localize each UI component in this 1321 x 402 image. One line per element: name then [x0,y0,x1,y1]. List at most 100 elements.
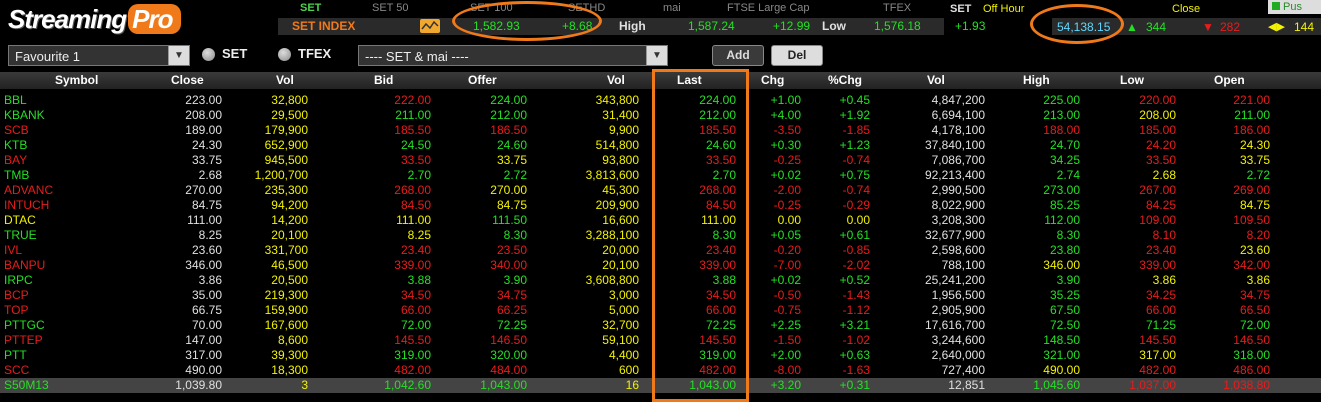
market-tab-tfex[interactable]: TFEX [883,2,911,14]
col-header-vol2[interactable]: Vol [607,72,625,89]
push-button[interactable]: Pus [1268,0,1321,14]
col-header-pchg[interactable]: %Chg [828,72,862,89]
cell-symbol[interactable]: PTT [4,348,104,363]
cell-vol2: 514,800 [595,138,639,152]
cell-symbol[interactable]: PTTEP [4,333,104,348]
col-header-symbol[interactable]: Symbol [55,72,98,89]
cell-symbol[interactable]: IVL [4,243,104,258]
col-header-low[interactable]: Low [1120,72,1144,89]
col-header-offer[interactable]: Offer [468,72,497,89]
cell-high: 346.00 [1043,258,1080,272]
col-header-close[interactable]: Close [171,72,204,89]
cell-low: 66.00 [1145,303,1176,317]
market-tab-set[interactable]: SET [300,2,321,14]
cell-close: 270.00 [185,183,222,197]
col-header-open[interactable]: Open [1214,72,1245,89]
cell-symbol[interactable]: BBL [4,93,104,108]
cell-symbol[interactable]: IRPC [4,273,104,288]
cell-symbol[interactable]: DTAC [4,213,104,228]
cell-offer: 270.00 [490,183,527,197]
cell-high: 67.50 [1049,303,1080,317]
cell-vol2: 20,000 [602,243,639,257]
cell-high: 148.50 [1043,333,1080,347]
market-tab-mai[interactable]: mai [663,2,681,14]
cell-bid: 211.00 [395,108,431,122]
cell-close: 33.75 [191,153,222,167]
down-arrow-icon: ▼ [1202,20,1214,34]
cell-vol: 167,600 [264,318,308,332]
cell-symbol[interactable]: SCB [4,123,104,138]
radio-set[interactable] [202,48,215,61]
market-tab-ftse[interactable]: FTSE Large Cap [727,2,810,14]
cell-symbol[interactable]: ADVANC [4,183,104,198]
cell-open: 318.00 [1233,348,1270,362]
cell-vol3: 4,847,200 [931,93,985,107]
cell-symbol[interactable]: INTUCH [4,198,104,213]
add-button[interactable]: Add [712,45,764,66]
del-button[interactable]: Del [771,45,823,66]
radio-tfex[interactable] [278,48,291,61]
cell-symbol[interactable]: TMB [4,168,104,183]
market-tab-set50[interactable]: SET 50 [372,2,409,14]
cell-pchg: -1.02 [842,333,870,347]
cell-offer: 340.00 [490,258,527,272]
session-status: Off Hour [983,3,1025,15]
cell-vol2: 3,000 [608,288,639,302]
cell-vol3: 788,100 [941,258,985,272]
cell-vol3: 3,208,300 [931,213,985,227]
cell-symbol[interactable]: TOP [4,303,104,318]
index-graph-icon[interactable] [420,19,440,33]
cell-vol: 14,200 [271,213,308,227]
cell-symbol[interactable]: KBANK [4,108,104,123]
cell-vol3: 2,640,000 [931,348,985,362]
cell-low: 208.00 [1139,108,1176,122]
cell-offer: 66.25 [496,303,527,317]
cell-symbol[interactable]: BANPU [4,258,104,273]
cell-symbol[interactable]: PTTGC [4,318,104,333]
cell-high: 24.70 [1049,138,1080,152]
cell-vol: 20,100 [271,228,308,242]
index-name[interactable]: SET INDEX [292,18,355,35]
cell-bid: 482.00 [394,363,431,377]
cell-vol2: 32,700 [602,318,639,332]
cell-symbol[interactable]: S50M13 [4,378,104,393]
cell-open: 23.60 [1239,243,1270,257]
cell-symbol[interactable]: KTB [4,138,104,153]
cell-pchg: -1.85 [842,123,870,137]
market-filter-dropdown[interactable]: ---- SET & mai ---- ▼ [358,45,668,66]
cell-low: 185.00 [1139,123,1176,137]
cell-vol: 46,500 [271,258,308,272]
col-header-bid[interactable]: Bid [374,72,393,89]
cell-high: 188.00 [1043,123,1080,137]
cell-symbol[interactable]: BAY [4,153,104,168]
col-header-vol[interactable]: Vol [276,72,294,89]
cell-vol3: 6,694,100 [931,108,985,122]
col-header-high[interactable]: High [1023,72,1050,89]
cell-symbol[interactable]: SCC [4,363,104,378]
col-header-vol3[interactable]: Vol [927,72,945,89]
cell-vol2: 20,100 [602,258,639,272]
logo-text-right: Pro [128,4,181,34]
cell-pchg: +0.31 [839,378,870,392]
cell-bid: 24.50 [400,138,431,152]
cell-bid: 84.50 [400,198,431,212]
cell-symbol[interactable]: TRUE [4,228,104,243]
cell-offer: 3.90 [503,273,527,287]
cell-bid: 268.00 [394,183,431,197]
cell-pchg: -1.43 [842,288,870,302]
cell-vol3: 4,178,100 [931,123,985,137]
favourite-dropdown[interactable]: Favourite 1 ▼ [8,45,190,66]
cell-vol2: 16,600 [602,213,639,227]
cell-vol3: 37,840,100 [924,138,985,152]
cell-vol: 29,500 [271,108,308,122]
cell-vol3: 25,241,200 [924,273,985,287]
cell-open: 211.00 [1234,108,1270,122]
cell-offer: 34.75 [496,288,527,302]
index-high-value: 1,587.24 [688,19,735,33]
cell-vol2: 5,000 [608,303,639,317]
cell-bid: 72.00 [400,318,431,332]
cell-symbol[interactable]: BCP [4,288,104,303]
col-header-chg[interactable]: Chg [761,72,784,89]
cell-pchg: +0.75 [839,168,870,182]
cell-bid: 319.00 [394,348,431,362]
